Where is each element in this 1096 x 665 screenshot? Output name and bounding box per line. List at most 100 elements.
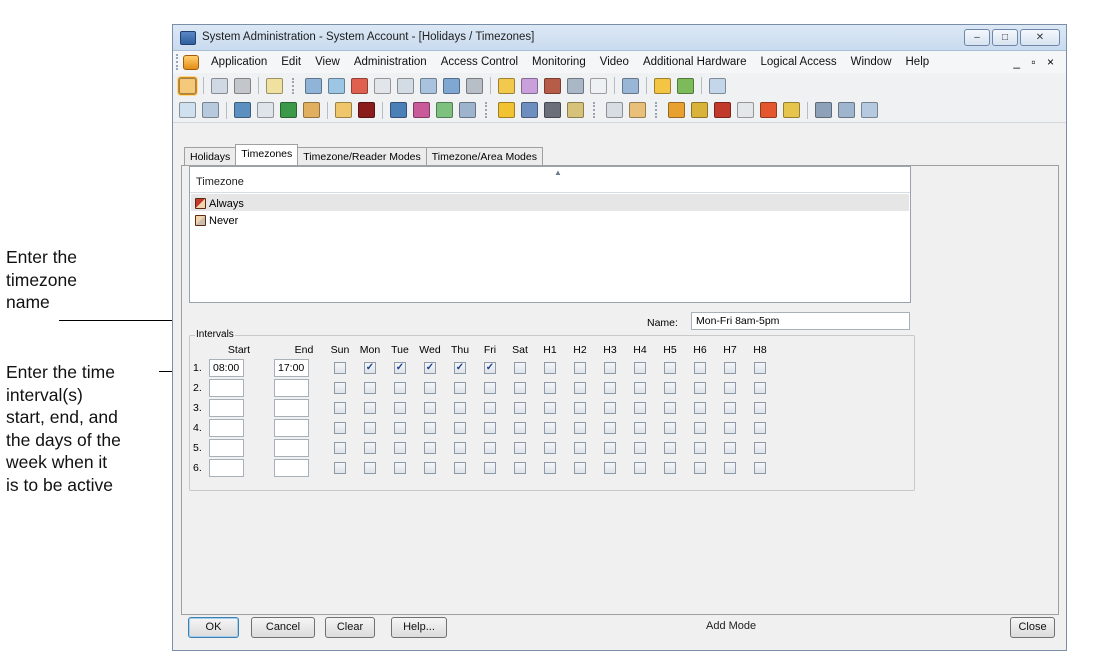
tab-holidays[interactable]: Holidays bbox=[184, 147, 237, 165]
day-checkbox-thu[interactable] bbox=[454, 462, 466, 474]
warning-icon[interactable] bbox=[498, 102, 515, 118]
day-checkbox-h5[interactable] bbox=[664, 362, 676, 374]
day-checkbox-h8[interactable] bbox=[754, 422, 766, 434]
alarm-panel-icon[interactable] bbox=[280, 102, 297, 118]
day-checkbox-h7[interactable] bbox=[724, 422, 736, 434]
day-checkbox-mon[interactable] bbox=[364, 462, 376, 474]
day-checkbox-sun[interactable] bbox=[334, 362, 346, 374]
day-checkbox-h2[interactable] bbox=[574, 442, 586, 454]
network-icon[interactable] bbox=[622, 77, 639, 94]
print-preview-icon[interactable] bbox=[211, 77, 228, 94]
users-icon[interactable] bbox=[443, 77, 460, 94]
close-button[interactable]: Close bbox=[1010, 617, 1055, 638]
interval-end-field[interactable] bbox=[274, 419, 309, 437]
day-checkbox-h4[interactable] bbox=[634, 442, 646, 454]
day-checkbox-h3[interactable] bbox=[604, 382, 616, 394]
day-checkbox-h6[interactable] bbox=[694, 402, 706, 414]
day-checkbox-thu[interactable] bbox=[454, 382, 466, 394]
day-checkbox-h4[interactable] bbox=[634, 382, 646, 394]
title-bar[interactable]: System Administration - System Account -… bbox=[173, 25, 1066, 51]
menu-view[interactable]: View bbox=[308, 56, 347, 68]
day-checkbox-h1[interactable] bbox=[544, 422, 556, 434]
badge-layout-icon[interactable] bbox=[567, 77, 584, 94]
report-icon[interactable] bbox=[374, 77, 391, 94]
plug-icon[interactable] bbox=[677, 77, 694, 94]
intercom-icon[interactable] bbox=[335, 102, 352, 118]
hierarchy-icon[interactable] bbox=[709, 77, 726, 94]
day-checkbox-h7[interactable] bbox=[724, 402, 736, 414]
day-checkbox-h7[interactable] bbox=[724, 382, 736, 394]
timezone-column-header[interactable]: Timezone bbox=[190, 173, 910, 193]
maximize-button[interactable]: □ bbox=[992, 29, 1018, 46]
logon-icon[interactable] bbox=[629, 102, 646, 118]
interval-start-field[interactable] bbox=[209, 399, 244, 417]
day-checkbox-h4[interactable] bbox=[634, 462, 646, 474]
help-icon[interactable] bbox=[266, 77, 283, 94]
day-checkbox-tue[interactable]: ✓ bbox=[394, 362, 406, 374]
input-icon[interactable] bbox=[303, 102, 320, 118]
mdi-window-controls[interactable]: _ ▫ × bbox=[1013, 55, 1058, 69]
day-checkbox-h2[interactable] bbox=[574, 462, 586, 474]
day-checkbox-mon[interactable] bbox=[364, 402, 376, 414]
day-checkbox-h2[interactable] bbox=[574, 362, 586, 374]
day-checkbox-h5[interactable] bbox=[664, 402, 676, 414]
day-checkbox-h1[interactable] bbox=[544, 462, 556, 474]
cancel-button[interactable]: Cancel bbox=[251, 617, 315, 638]
menu-help[interactable]: Help bbox=[899, 56, 937, 68]
day-checkbox-wed[interactable] bbox=[424, 442, 436, 454]
day-checkbox-h5[interactable] bbox=[664, 442, 676, 454]
day-checkbox-thu[interactable]: ✓ bbox=[454, 362, 466, 374]
day-checkbox-h6[interactable] bbox=[694, 382, 706, 394]
day-checkbox-mon[interactable]: ✓ bbox=[364, 362, 376, 374]
day-checkbox-fri[interactable]: ✓ bbox=[484, 362, 496, 374]
global-io-icon[interactable] bbox=[413, 102, 430, 118]
stack-icon[interactable] bbox=[783, 102, 800, 118]
fire-icon[interactable] bbox=[668, 102, 685, 118]
day-checkbox-sat[interactable] bbox=[514, 382, 526, 394]
day-checkbox-h1[interactable] bbox=[544, 362, 556, 374]
menu-logical-access[interactable]: Logical Access bbox=[754, 56, 844, 68]
interval-start-field[interactable] bbox=[209, 419, 244, 437]
dialup-icon[interactable] bbox=[390, 102, 407, 118]
interval-end-field[interactable] bbox=[274, 399, 309, 417]
interval-end-field[interactable] bbox=[274, 379, 309, 397]
day-checkbox-h4[interactable] bbox=[634, 362, 646, 374]
interval-end-field[interactable]: 17:00 bbox=[274, 359, 309, 377]
cardholders-icon[interactable] bbox=[305, 77, 322, 94]
target-icon[interactable] bbox=[760, 102, 777, 118]
menu-access-control[interactable]: Access Control bbox=[434, 56, 525, 68]
menu-application[interactable]: Application bbox=[204, 56, 274, 68]
day-checkbox-tue[interactable] bbox=[394, 422, 406, 434]
day-checkbox-h6[interactable] bbox=[694, 442, 706, 454]
interval-start-field[interactable] bbox=[209, 379, 244, 397]
tab-timezones[interactable]: Timezones bbox=[235, 144, 299, 165]
day-checkbox-wed[interactable] bbox=[424, 402, 436, 414]
operator-icon[interactable] bbox=[544, 102, 561, 118]
day-checkbox-h3[interactable] bbox=[604, 362, 616, 374]
day-checkbox-sat[interactable] bbox=[514, 362, 526, 374]
menu-administration[interactable]: Administration bbox=[347, 56, 434, 68]
print-icon[interactable] bbox=[234, 77, 251, 94]
day-checkbox-tue[interactable] bbox=[394, 382, 406, 394]
day-checkbox-h1[interactable] bbox=[544, 402, 556, 414]
interval-end-field[interactable] bbox=[274, 439, 309, 457]
day-checkbox-sat[interactable] bbox=[514, 442, 526, 454]
day-checkbox-h3[interactable] bbox=[604, 422, 616, 434]
day-checkbox-wed[interactable] bbox=[424, 462, 436, 474]
access-levels-icon[interactable] bbox=[351, 77, 368, 94]
day-checkbox-h8[interactable] bbox=[754, 442, 766, 454]
menu-video[interactable]: Video bbox=[593, 56, 636, 68]
day-checkbox-h1[interactable] bbox=[544, 382, 556, 394]
controller-icon[interactable] bbox=[234, 102, 251, 118]
alarm-icon[interactable] bbox=[498, 77, 515, 94]
clear-button[interactable]: Clear bbox=[325, 617, 375, 638]
day-checkbox-h1[interactable] bbox=[544, 442, 556, 454]
help-button[interactable]: Help... bbox=[391, 617, 447, 638]
local-io-icon[interactable] bbox=[459, 102, 476, 118]
link-icon[interactable] bbox=[861, 102, 878, 118]
calendar-icon[interactable] bbox=[397, 77, 414, 94]
day-checkbox-thu[interactable] bbox=[454, 422, 466, 434]
day-checkbox-h8[interactable] bbox=[754, 402, 766, 414]
ok-button[interactable]: OK bbox=[188, 617, 239, 638]
close-window-button[interactable]: ✕ bbox=[1020, 29, 1060, 46]
